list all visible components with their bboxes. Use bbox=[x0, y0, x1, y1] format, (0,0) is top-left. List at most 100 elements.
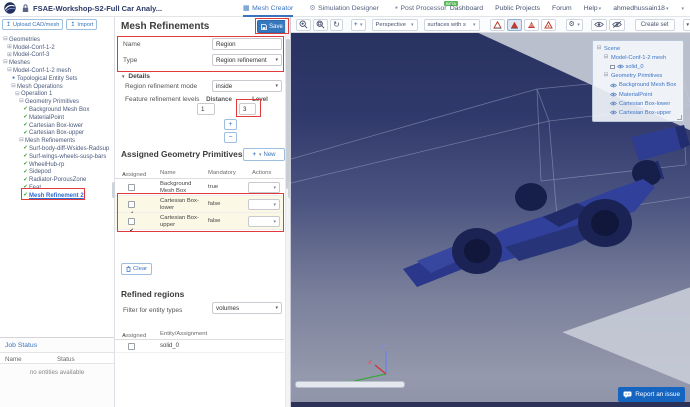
tree-item[interactable]: ⊟ ⊞ ● ✔ Surf-body-diff-Wsides-Radsup bbox=[0, 145, 114, 153]
scene-item-label[interactable]: MaterialPoint bbox=[619, 92, 652, 98]
zoom-box-button[interactable] bbox=[313, 19, 328, 31]
show-entities-button[interactable] bbox=[591, 19, 607, 31]
tree-item[interactable]: ⊟ ⊞ ● ✔ Mesh Refinements bbox=[0, 137, 114, 145]
scene-item-label[interactable]: Geometry Primitives bbox=[611, 73, 662, 79]
create-set-button[interactable]: Create set bbox=[635, 19, 675, 31]
region-mode-select[interactable]: inside▾ bbox=[212, 80, 282, 92]
actions-select[interactable]: ▾ bbox=[248, 199, 280, 210]
overlay-resize-handle[interactable] bbox=[677, 115, 682, 120]
expand-icon[interactable]: ⊞ bbox=[6, 45, 13, 51]
scene-item-label[interactable]: Scene bbox=[604, 46, 620, 52]
eye-icon[interactable] bbox=[610, 110, 617, 115]
collapse-icon[interactable]: ⊟ bbox=[2, 60, 9, 66]
eye-icon[interactable] bbox=[610, 92, 617, 97]
eye-icon[interactable] bbox=[610, 101, 617, 106]
user-menu[interactable]: ahmedhussain18▾ bbox=[613, 5, 668, 12]
scene-tree-item[interactable]: ⊟ MaterialPoint bbox=[595, 90, 681, 99]
select-checkbox[interactable] bbox=[610, 65, 615, 70]
scene-tree-item[interactable]: ⊟ Model-Conf-1-2 mesh bbox=[595, 53, 681, 62]
panel-resize-handle[interactable] bbox=[112, 182, 115, 198]
mode-tab[interactable]: ▦ ⚙ ● Simulation Designer bbox=[309, 0, 379, 17]
tree-item[interactable]: ⊟ ⊞ ● ✔ Topological Entity Sets bbox=[0, 75, 114, 83]
tree-item[interactable]: ⊟ ⊞ ● ✔ Mesh Refinement 2 bbox=[0, 192, 114, 200]
actions-select[interactable]: ▾ bbox=[248, 216, 280, 227]
upload-cad-button[interactable]: ↥ Upload CAD/mesh bbox=[2, 19, 63, 30]
assigned-checkbox[interactable]: ✔ bbox=[128, 218, 135, 225]
tree-item[interactable]: ⊟ ⊞ ● ✔ Model-Conf-1-2 bbox=[0, 44, 114, 52]
scene-item-label[interactable]: Cartesian Box-upper bbox=[619, 110, 671, 116]
report-issue-button[interactable]: Report an issue bbox=[618, 387, 685, 402]
nav-forum[interactable]: Forum bbox=[552, 5, 572, 12]
mesh-quality-button-3[interactable] bbox=[524, 19, 539, 31]
collapse-icon[interactable]: ⊟ bbox=[14, 92, 21, 98]
tree-item[interactable]: ⊟ ⊞ ● ✔ Sidepod bbox=[0, 169, 114, 177]
col-entity[interactable]: Entity/Assignment bbox=[160, 331, 207, 337]
type-select[interactable]: Region refinement▾ bbox=[212, 54, 282, 66]
col-mandatory[interactable]: Mandatory bbox=[208, 170, 236, 176]
scrollbar-thumb[interactable] bbox=[286, 39, 290, 189]
expand-icon[interactable]: ⊞ bbox=[6, 53, 13, 59]
collapse-icon[interactable]: ⊟ bbox=[18, 138, 25, 144]
nav-public-projects[interactable]: Public Projects bbox=[495, 5, 540, 12]
assigned-checkbox[interactable]: ✔ bbox=[128, 184, 135, 191]
mode-tab[interactable]: ▦ ⚙ ● Mesh Creator bbox=[243, 0, 293, 17]
filter-dropdown[interactable]: ▼ ▾ bbox=[683, 19, 690, 31]
collapse-icon[interactable]: ⊟ bbox=[596, 46, 602, 51]
nav-dashboard[interactable]: Dashboard bbox=[450, 5, 483, 12]
distance-input[interactable]: 1 bbox=[197, 103, 215, 115]
remove-level-row-button[interactable]: − bbox=[224, 132, 237, 143]
mode-tab[interactable]: ▦ ⚙ ● Post Processor BETA bbox=[395, 0, 447, 17]
scene-tree-item[interactable]: ⊟ Cartesian Box-upper bbox=[595, 108, 681, 117]
panel-resize-handle[interactable] bbox=[288, 182, 291, 198]
tree-item[interactable]: ⊟ ⊞ ● ✔ MaterialPoint bbox=[0, 114, 114, 122]
add-level-row-button[interactable]: + bbox=[224, 119, 237, 130]
scene-tree-item[interactable]: ⊟ Cartesian Box-lower bbox=[595, 99, 681, 108]
tree-item[interactable]: ⊟ ⊞ ● ✔ Geometry Primitives bbox=[0, 98, 114, 106]
import-button[interactable]: ↥ Import bbox=[66, 19, 97, 30]
scene-item-label[interactable]: Cartesian Box-lower bbox=[619, 101, 670, 107]
collapse-icon[interactable]: ⊟ bbox=[603, 55, 609, 60]
scene-3d[interactable]: z y x ⊟ Scene ⊟ bbox=[291, 33, 690, 407]
scene-tree-item[interactable]: ⊟ solid_0 bbox=[595, 62, 681, 71]
scene-item-label[interactable]: solid_0 bbox=[626, 64, 644, 70]
tree-item[interactable]: ⊟ ⊞ ● ✔ Meshes bbox=[0, 59, 114, 67]
render-mode-select[interactable]: surfaces with s▾ bbox=[424, 19, 480, 31]
mesh-quality-button-1[interactable] bbox=[490, 19, 505, 31]
new-primitive-button[interactable]: + ▾ New bbox=[243, 148, 285, 161]
zoom-in-button[interactable] bbox=[296, 19, 311, 31]
scene-tree-item[interactable]: ⊟ Geometry Primitives bbox=[595, 72, 681, 81]
tree-item[interactable]: ⊟ ⊞ ● ✔ Surf-wings-wheels-susp-bars bbox=[0, 153, 114, 161]
chevron-down-icon[interactable]: ▾ bbox=[681, 6, 684, 12]
job-status-title[interactable]: Job Status bbox=[5, 342, 37, 349]
scene-item-label[interactable]: Model-Conf-1-2 mesh bbox=[611, 55, 666, 61]
assigned-checkbox[interactable]: ✔ bbox=[128, 201, 135, 208]
tree-item[interactable]: ⊟ ⊞ ● ✔ Geometries bbox=[0, 36, 114, 44]
tree-item[interactable]: ⊟ ⊞ ● ✔ Radiator-PorousZone bbox=[0, 176, 114, 184]
tree-item[interactable]: ⊟ ⊞ ● ✔ WheelHub-rp bbox=[0, 161, 114, 169]
scene-item-label[interactable]: Background Mesh Box bbox=[619, 82, 676, 88]
collapse-icon[interactable]: ⊟ bbox=[18, 99, 25, 105]
projection-select[interactable]: Perspective▾ bbox=[372, 19, 418, 31]
tree-item[interactable]: ⊟ ⊞ ● ✔ Model-Conf-3 bbox=[0, 52, 114, 60]
reset-view-button[interactable]: ↻ bbox=[330, 19, 343, 31]
assigned-checkbox[interactable]: ✔ bbox=[128, 343, 135, 350]
tree-item[interactable]: ⊟ ⊞ ● ✔ Feat bbox=[0, 184, 114, 192]
name-input[interactable]: Region bbox=[212, 38, 282, 50]
col-name[interactable]: Name bbox=[160, 170, 176, 176]
collapse-icon[interactable]: ⊟ bbox=[603, 73, 609, 78]
scrollbar[interactable] bbox=[285, 17, 290, 407]
save-button[interactable]: Save bbox=[257, 20, 287, 33]
hide-entities-button[interactable] bbox=[609, 19, 625, 31]
add-view-dropdown[interactable]: + ▾ bbox=[351, 19, 366, 31]
tree-item[interactable]: ⊟ ⊞ ● ✔ Background Mesh Box bbox=[0, 106, 114, 114]
level-input[interactable]: 3 bbox=[239, 103, 256, 115]
collapse-icon[interactable]: ⊟ bbox=[2, 37, 9, 43]
mesh-quality-button-4[interactable] bbox=[541, 19, 556, 31]
settings-dropdown[interactable]: ⚙ ▾ bbox=[566, 19, 583, 31]
eye-icon[interactable] bbox=[610, 83, 617, 88]
tree-item[interactable]: ⊟ ⊞ ● ✔ Cartesian Box-lower bbox=[0, 122, 114, 130]
details-section-header[interactable]: ▼ Details bbox=[121, 73, 150, 80]
mesh-quality-button-2[interactable] bbox=[507, 19, 522, 31]
tree-item[interactable]: ⊟ ⊞ ● ✔ Operation 1 bbox=[0, 91, 114, 99]
tree-item[interactable]: ⊟ ⊞ ● ✔ Model-Conf-1-2 mesh bbox=[0, 67, 114, 75]
